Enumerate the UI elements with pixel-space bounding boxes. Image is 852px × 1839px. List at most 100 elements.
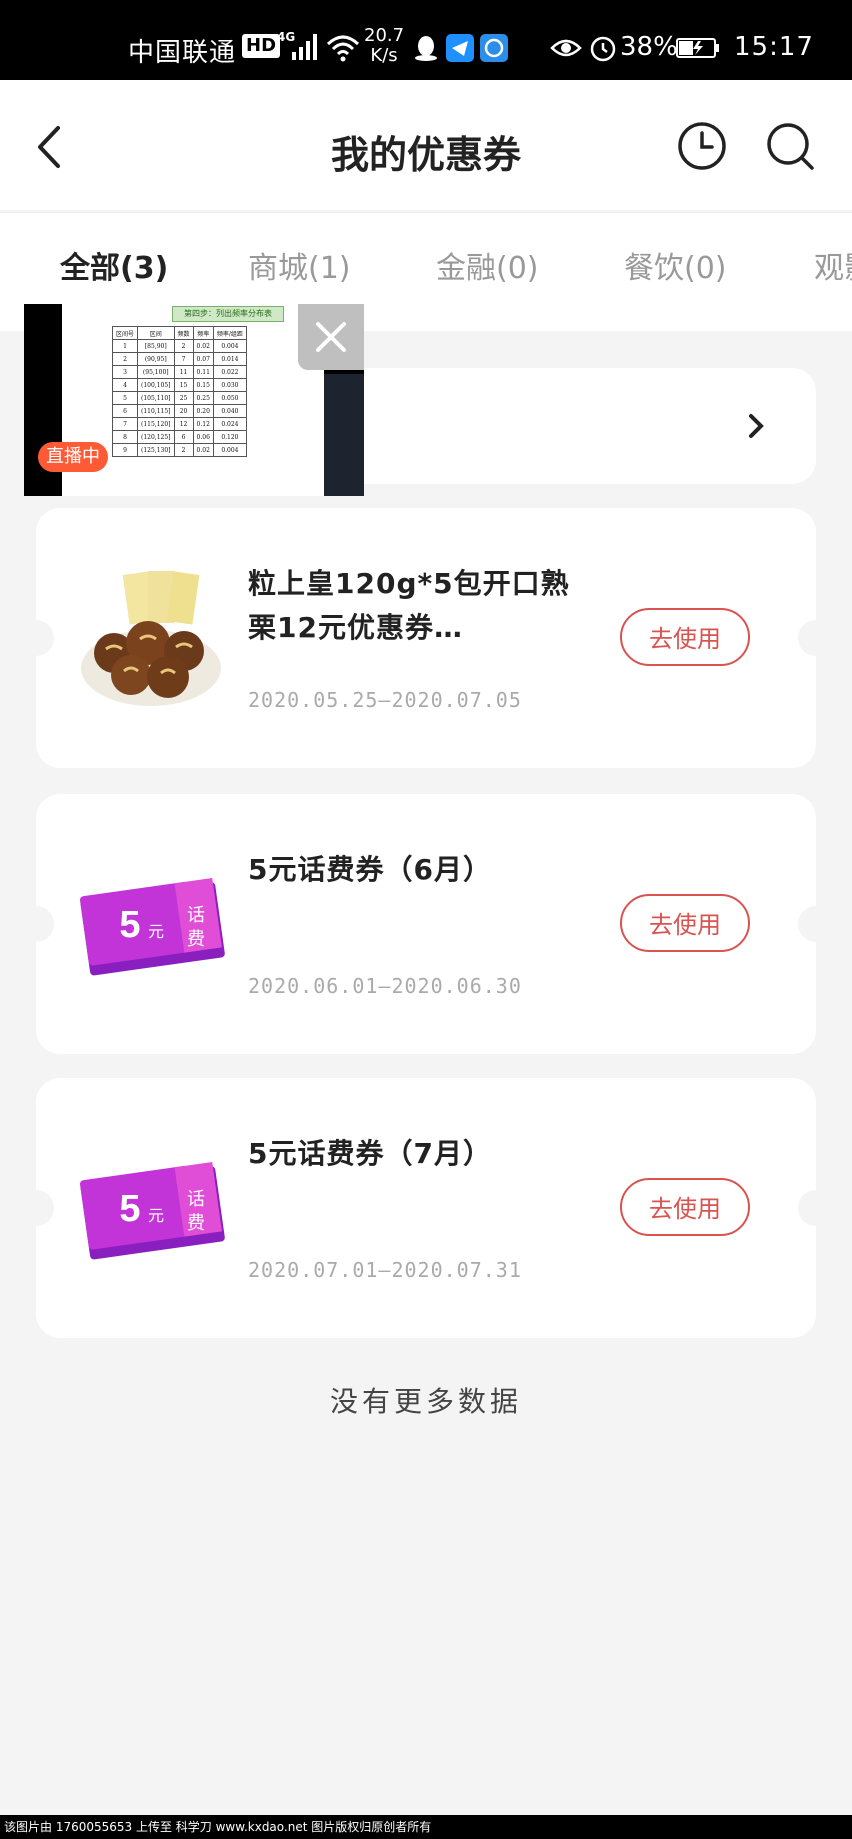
ticket-unit: 元 xyxy=(148,922,164,941)
table-cell: 0.120 xyxy=(212,430,247,444)
card-notch xyxy=(18,906,54,942)
coupon-title: 5元话费券（6月） xyxy=(248,853,492,886)
table-cell: (100,105] xyxy=(137,378,175,392)
status-bar: 中国联通 HD 4G 20.7 K/s 38% 15:17 xyxy=(0,0,852,80)
feishu-app-icon xyxy=(446,34,474,62)
eye-comfort-icon xyxy=(550,39,582,57)
table-header-cell: 频率/组距 xyxy=(212,326,247,340)
table-cell: 0.15 xyxy=(192,378,214,392)
ticket-label-bottom: 费 xyxy=(187,929,205,950)
table-row: 8 (120,125] 6 0.06 0.120 xyxy=(111,430,247,444)
battery-percent: 38% xyxy=(620,32,678,62)
table-cell: (95,100] xyxy=(137,365,175,379)
close-button[interactable] xyxy=(298,304,364,370)
carrier-name: 中国联通 xyxy=(128,38,237,68)
qq-icon xyxy=(415,36,437,61)
table-cell: 0.014 xyxy=(212,352,247,366)
search-icon[interactable] xyxy=(764,120,816,172)
live-side-panel xyxy=(324,374,364,496)
table-cell: 0.12 xyxy=(192,417,214,431)
card-notch xyxy=(18,620,54,656)
table-row: 3 (95,100] 11 0.11 0.022 xyxy=(111,365,247,379)
no-more-data-text: 没有更多数据 xyxy=(329,1385,522,1418)
coupon-card: 5 元 话 费 5元话费券（6月） 2020.06.01—2020.06.30 … xyxy=(18,794,834,1054)
table-cell: 0.004 xyxy=(212,443,247,457)
tab-dining[interactable]: 餐饮(0) xyxy=(624,243,727,287)
phone-credit-ticket-image: 5 元 话 费 xyxy=(80,878,225,976)
table-cell: 0.02 xyxy=(192,339,214,353)
table-row: 1 [85,90] 2 0.02 0.004 xyxy=(111,339,247,353)
live-video-overlay[interactable]: 第四步：列出频率分布表 区间号 区间 频数 频率 频率/组距 1 [85,90] 2… xyxy=(24,304,364,496)
table-header-cell: 频率 xyxy=(192,326,214,340)
table-cell: 2 xyxy=(173,443,194,457)
table-cell: [85,90] xyxy=(137,339,175,353)
table-cell: 0.25 xyxy=(192,391,214,405)
table-header-cell: 频数 xyxy=(173,326,194,340)
table-cell: 6 xyxy=(173,430,194,444)
table-cell: 0.02 xyxy=(192,443,214,457)
table-cell: 9 xyxy=(111,443,139,457)
table-row: 区间号 区间 频数 频率 频率/组距 xyxy=(111,326,247,340)
ticket-label-bottom: 费 xyxy=(187,1213,205,1234)
table-cell: 25 xyxy=(173,391,194,405)
table-row: 2 (90,95] 7 0.07 0.014 xyxy=(111,352,247,366)
card-notch xyxy=(798,620,834,656)
clock-time: 15:17 xyxy=(734,32,814,62)
tab-mall[interactable]: 商城(1) xyxy=(248,243,351,287)
tab-finance[interactable]: 金融(0) xyxy=(436,243,539,287)
table-cell: 11 xyxy=(173,365,194,379)
use-coupon-button[interactable]: 去使用 xyxy=(620,1178,750,1236)
table-cell: 0.004 xyxy=(212,339,247,353)
table-cell: 7 xyxy=(173,352,194,366)
speed-value: 20.7 xyxy=(364,25,405,46)
wifi-icon xyxy=(326,35,360,62)
table-cell: 0.11 xyxy=(192,365,214,379)
table-cell: (105,110] xyxy=(137,391,175,405)
table-header-cell: 区间 xyxy=(137,326,175,340)
signal-icon xyxy=(292,34,317,60)
use-coupon-button[interactable]: 去使用 xyxy=(620,608,750,666)
table-cell: 0.20 xyxy=(192,404,214,418)
tab-movie[interactable]: 观影 xyxy=(814,243,852,287)
alarm-icon xyxy=(590,36,616,62)
live-badge: 直播中 xyxy=(38,442,108,472)
table-cell: 3 xyxy=(111,365,139,379)
use-coupon-button[interactable]: 去使用 xyxy=(620,894,750,952)
table-cell: 15 xyxy=(173,378,194,392)
table-cell: 4 xyxy=(111,378,139,392)
hd-badge: HD xyxy=(242,34,281,58)
coupon-title: 粒上皇120g*5包开口熟栗12元优惠券… xyxy=(248,567,570,644)
table-cell: 2 xyxy=(173,339,194,353)
table-cell: (115,120] xyxy=(137,417,175,431)
coupon-validity: 2020.06.01—2020.06.30 xyxy=(248,974,522,998)
table-row: 5 (105,110] 25 0.25 0.050 xyxy=(111,391,247,405)
card-notch xyxy=(798,1190,834,1226)
speed-unit: K/s xyxy=(370,45,398,66)
table-row: 4 (100,105] 15 0.15 0.030 xyxy=(111,378,247,392)
table-cell: 1 xyxy=(111,339,139,353)
table-cell: 12 xyxy=(173,417,194,431)
coupon-validity: 2020.05.25—2020.07.05 xyxy=(248,688,522,712)
table-cell: (90,95] xyxy=(137,352,175,366)
history-clock-icon[interactable] xyxy=(676,120,728,172)
network-speed: 20.7 K/s xyxy=(364,26,404,66)
table-cell: 0.022 xyxy=(212,365,247,379)
ticket-label-top: 话 xyxy=(187,905,205,926)
tab-all[interactable]: 全部(3) xyxy=(60,243,168,287)
table-cell: (125,130] xyxy=(137,443,175,457)
table-cell: 7 xyxy=(111,417,139,431)
battery-charging-icon xyxy=(676,38,719,58)
card-notch xyxy=(798,906,834,942)
table-cell: 0.040 xyxy=(212,404,247,418)
ticket-unit: 元 xyxy=(148,1206,164,1225)
frequency-table: 区间号 区间 频数 频率 频率/组距 1 [85,90] 2 0.02 0.004 2 (9… xyxy=(111,326,247,457)
browser-app-icon xyxy=(480,34,508,62)
table-cell: 0.06 xyxy=(192,430,214,444)
phone-credit-ticket-image: 5 元 话 费 xyxy=(80,1162,225,1260)
sheet-header: 第四步：列出频率分布表 xyxy=(172,306,284,322)
chestnut-image xyxy=(81,571,221,706)
table-cell: 0.024 xyxy=(212,417,247,431)
coupon-validity: 2020.07.01—2020.07.31 xyxy=(248,1258,522,1282)
table-cell: 0.050 xyxy=(212,391,247,405)
table-row: 6 (110,115] 20 0.20 0.040 xyxy=(111,404,247,418)
